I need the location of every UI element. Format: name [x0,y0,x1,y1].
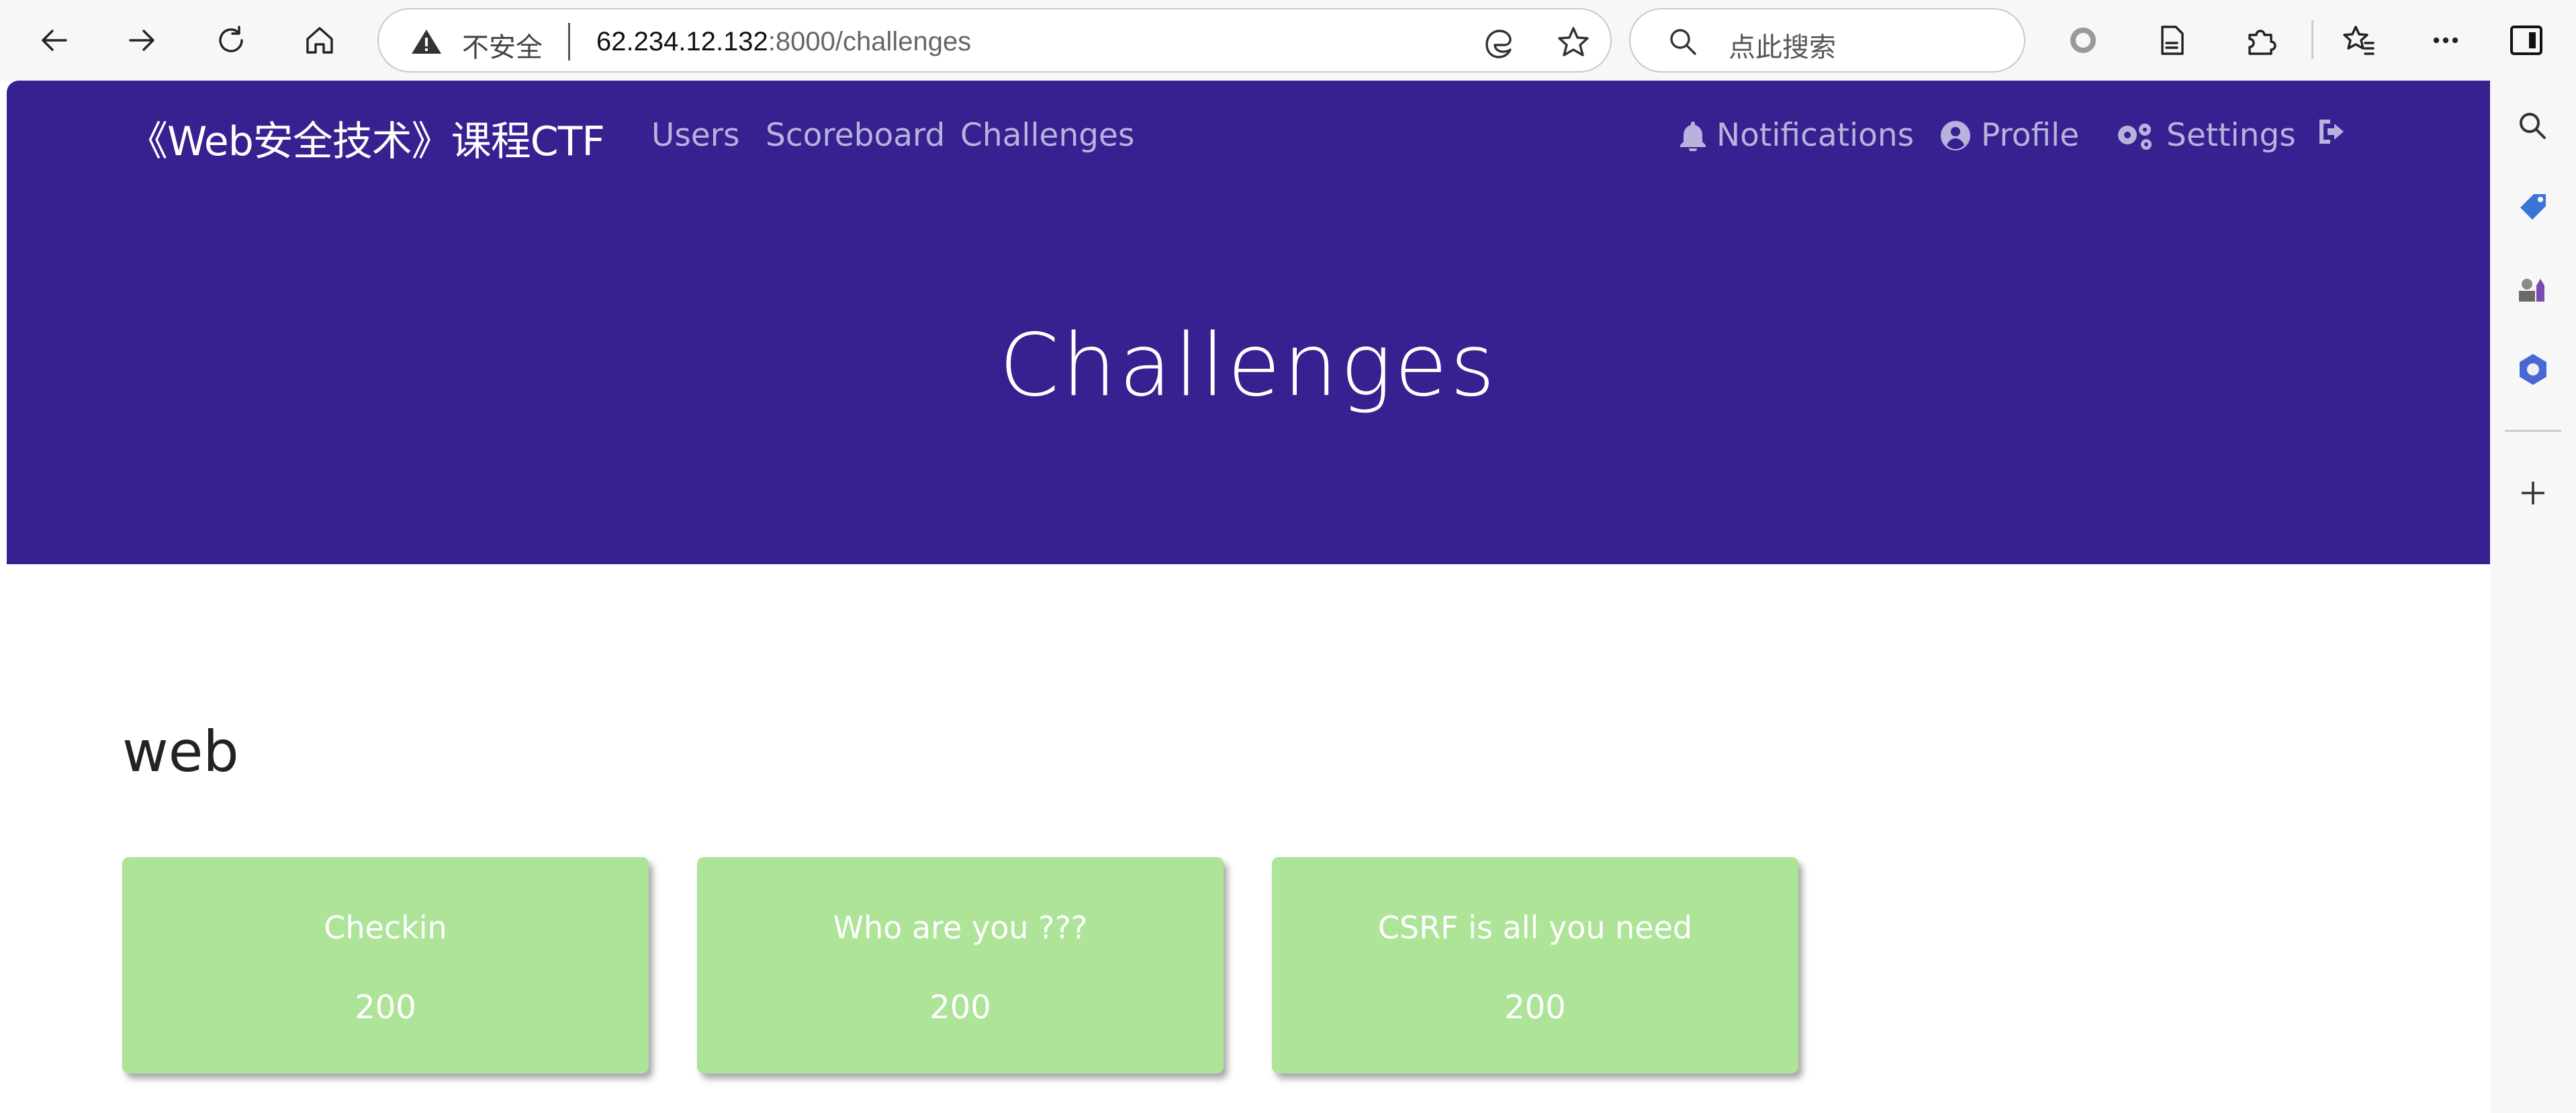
nav-notifications[interactable]: Notifications [1679,117,1914,154]
tag-icon[interactable] [2512,187,2555,230]
refresh-icon[interactable] [204,13,258,67]
search-icon[interactable] [2512,105,2555,148]
sign-out-icon [2319,120,2344,144]
games-icon[interactable] [2512,267,2555,310]
forward-icon[interactable] [116,13,169,67]
challenge-name: CSRF is all you need [1377,909,1693,946]
browser-toolbar: 不安全 62.234.12.132:8000/challenges 点此搜索 [0,0,2576,81]
challenge-name: Checkin [324,909,447,946]
site-brand[interactable]: 《Web安全技术》课程CTF [128,109,605,167]
ctf-navbar: 《Web安全技术》课程CTF Users Scoreboard Challeng… [7,81,2490,564]
edge-sidebar-divider [2505,430,2561,432]
back-icon[interactable] [27,13,81,67]
url-host: 62.234.12.132 [596,27,768,56]
challenge-points: 200 [929,989,991,1026]
more-icon[interactable] [2419,13,2473,67]
add-icon[interactable] [2512,472,2555,515]
search-placeholder: 点此搜索 [1729,32,1836,63]
office-icon[interactable] [2512,348,2555,391]
nav-settings[interactable]: Settings [2114,117,2296,154]
category-heading: web [122,719,239,785]
bell-icon [1680,121,1706,151]
challenge-points: 200 [355,989,416,1026]
challenge-points: 200 [1504,989,1566,1026]
challenge-card[interactable]: Who are you ??? 200 [697,857,1224,1073]
edge-icon[interactable] [1480,24,1516,60]
favorite-star-icon[interactable] [1555,24,1592,60]
security-label[interactable]: 不安全 [462,26,543,64]
nav-link-scoreboard[interactable]: Scoreboard [766,117,945,154]
gears-icon [2118,123,2152,150]
browser-search-box[interactable]: 点此搜索 [1629,8,2025,73]
home-icon[interactable] [293,13,347,67]
circle-extension-icon[interactable] [2056,13,2110,67]
notifications-label: Notifications [1716,117,1915,154]
challenge-name: Who are you ??? [833,909,1088,946]
challenge-card[interactable]: CSRF is all you need 200 [1272,857,1798,1073]
search-icon [1670,29,1696,55]
reading-icon[interactable] [2145,13,2199,67]
address-separator [568,23,570,60]
challenge-card[interactable]: Checkin 200 [122,857,649,1073]
logout-button[interactable] [2317,117,2360,146]
edge-sidebar [2490,81,2576,1113]
warning-icon[interactable] [411,28,442,55]
settings-label: Settings [2166,117,2296,154]
nav-link-users[interactable]: Users [651,117,740,154]
page-title: Challenges [999,316,1498,416]
nav-profile[interactable]: Profile [1939,117,2079,154]
sidebar-toggle-bar [2529,32,2536,48]
toolbar-separator [2311,20,2313,59]
sidebar-toggle-icon[interactable] [2510,26,2542,55]
url-path: :8000/challenges [768,27,972,56]
extensions-icon[interactable] [2234,13,2287,67]
url-text[interactable]: 62.234.12.132:8000/challenges [596,27,971,57]
favorites-icon[interactable] [2333,13,2387,67]
nav-link-challenges[interactable]: Challenges [960,117,1134,154]
address-bar[interactable]: 不安全 62.234.12.132:8000/challenges [377,8,1612,73]
page-viewport: 《Web安全技术》课程CTF Users Scoreboard Challeng… [7,81,2490,1113]
profile-label: Profile [1981,117,2080,154]
user-circle-icon [1941,120,1970,150]
